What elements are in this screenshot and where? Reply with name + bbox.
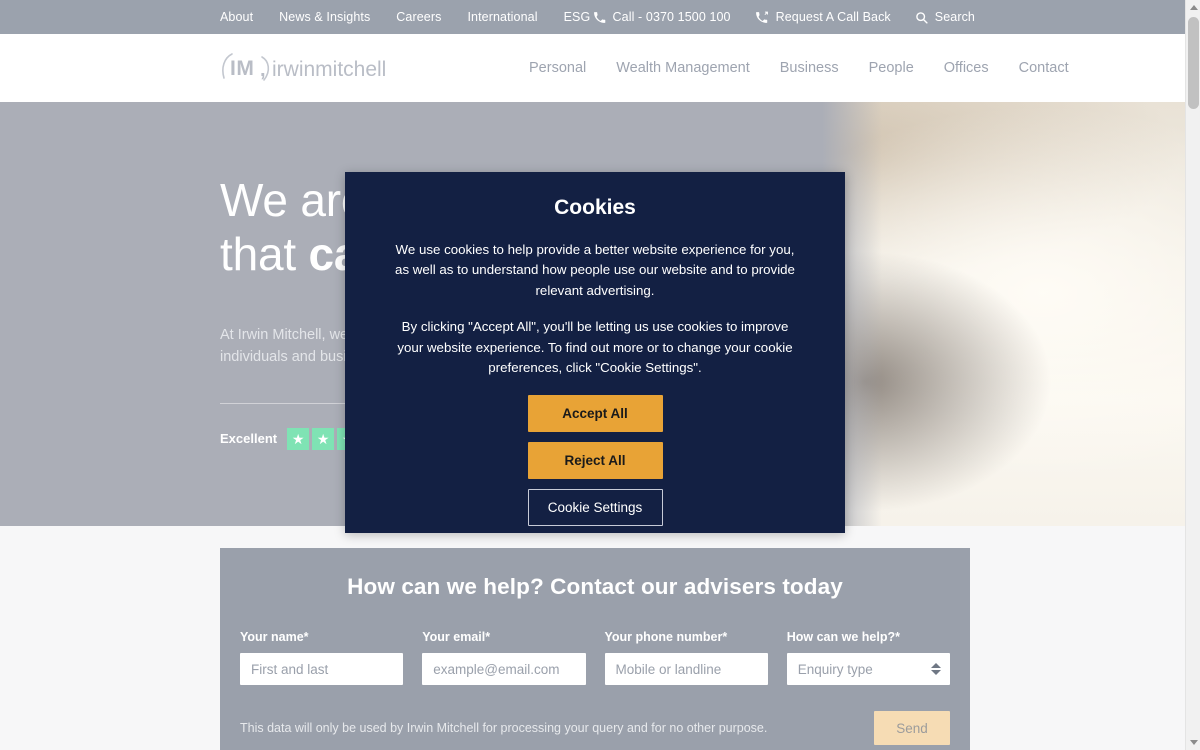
- utility-links: About News & Insights Careers Internatio…: [220, 11, 590, 24]
- contact-form-title: How can we help? Contact our advisers to…: [347, 574, 843, 599]
- field-your-email: Your email*: [422, 630, 586, 685]
- reject-all-button[interactable]: Reject All: [527, 441, 663, 479]
- page-scrollbar[interactable]: [1185, 0, 1200, 750]
- label-your-email: Your email*: [422, 630, 491, 644]
- request-callback-link[interactable]: Request A Call Back: [755, 11, 891, 24]
- nav-item-personal[interactable]: Personal: [529, 60, 586, 76]
- nav-item-wealth-management[interactable]: Wealth Management: [616, 60, 750, 76]
- hero-headline-line2-plain: that: [220, 227, 309, 280]
- utility-link-careers[interactable]: Careers: [396, 11, 441, 24]
- cookie-modal-title: Cookies: [554, 196, 636, 219]
- phone-callback-icon: [755, 11, 769, 24]
- scroll-down-arrow-icon[interactable]: [1186, 735, 1200, 750]
- main-navigation: Personal Wealth Management Business Peop…: [529, 60, 1069, 76]
- accept-all-button[interactable]: Accept All: [527, 394, 663, 432]
- utility-bar: About News & Insights Careers Internatio…: [0, 0, 1185, 34]
- nav-item-offices[interactable]: Offices: [944, 60, 989, 76]
- field-enquiry-type: How can we help?*: [786, 630, 950, 685]
- nav-item-contact[interactable]: Contact: [1019, 60, 1069, 76]
- site-header: IM , irwinmitchell Personal Wealth Manag…: [0, 34, 1185, 102]
- search-label: Search: [934, 9, 975, 24]
- request-callback-label: Request A Call Back: [775, 9, 891, 24]
- contact-form-note: This data will only be used by Irwin Mit…: [240, 721, 768, 735]
- label-your-phone: Your phone number*: [604, 630, 728, 644]
- nav-item-people[interactable]: People: [869, 60, 914, 76]
- utility-actions: Call - 0370 1500 100 Request A Call Back…: [593, 11, 975, 24]
- label-enquiry-type: How can we help?*: [786, 630, 900, 644]
- input-your-name[interactable]: [240, 653, 404, 685]
- search-link[interactable]: Search: [915, 11, 975, 24]
- call-link[interactable]: Call - 0370 1500 100: [593, 11, 731, 24]
- label-your-name: Your name*: [240, 630, 309, 644]
- page-root: About News & Insights Careers Internatio…: [0, 0, 1200, 750]
- logo-icon: IM , irwinmitchell: [222, 53, 386, 81]
- contact-form-footer: This data will only be used by Irwin Mit…: [240, 711, 950, 745]
- utility-link-international[interactable]: International: [467, 11, 537, 24]
- svg-text:,: ,: [260, 59, 266, 81]
- star-icon: ★: [312, 427, 335, 450]
- svg-text:IM: IM: [230, 57, 254, 80]
- input-your-phone[interactable]: [604, 653, 768, 685]
- cookie-modal-paragraph-2: By clicking "Accept All", you'll be lett…: [397, 319, 793, 376]
- irwin-mitchell-logo[interactable]: IM , irwinmitchell: [212, 48, 387, 88]
- utility-link-about[interactable]: About: [220, 11, 253, 24]
- contact-form-fields: Your name* Your email* Your phone number…: [240, 630, 950, 685]
- enquiry-type-select-wrap: [786, 653, 950, 685]
- nav-item-business[interactable]: Business: [780, 60, 839, 76]
- star-icon: ★: [287, 427, 310, 450]
- utility-link-esg[interactable]: ESG: [564, 11, 591, 24]
- cookie-consent-modal: Cookies We use cookies to help provide a…: [345, 172, 845, 533]
- search-icon: [915, 11, 928, 24]
- trustpilot-label: Excellent: [220, 431, 278, 447]
- phone-icon: [593, 11, 606, 24]
- contact-form-card: How can we help? Contact our advisers to…: [220, 548, 970, 750]
- field-your-name: Your name*: [240, 630, 404, 685]
- cookie-modal-actions: Accept All Reject All Cookie Settings: [387, 394, 803, 526]
- scrollbar-thumb[interactable]: [1188, 17, 1199, 109]
- utility-link-news-insights[interactable]: News & Insights: [279, 11, 370, 24]
- cookie-modal-paragraph-1: We use cookies to help provide a better …: [395, 242, 795, 298]
- input-your-email[interactable]: [422, 653, 586, 685]
- cookie-settings-button[interactable]: Cookie Settings: [527, 488, 663, 526]
- call-label: Call - 0370 1500 100: [612, 9, 731, 24]
- send-button[interactable]: Send: [874, 711, 950, 745]
- field-your-phone: Your phone number*: [604, 630, 768, 685]
- svg-text:irwinmitchell: irwinmitchell: [272, 58, 386, 81]
- scroll-up-arrow-icon[interactable]: [1186, 0, 1200, 15]
- select-enquiry-type[interactable]: [786, 653, 950, 685]
